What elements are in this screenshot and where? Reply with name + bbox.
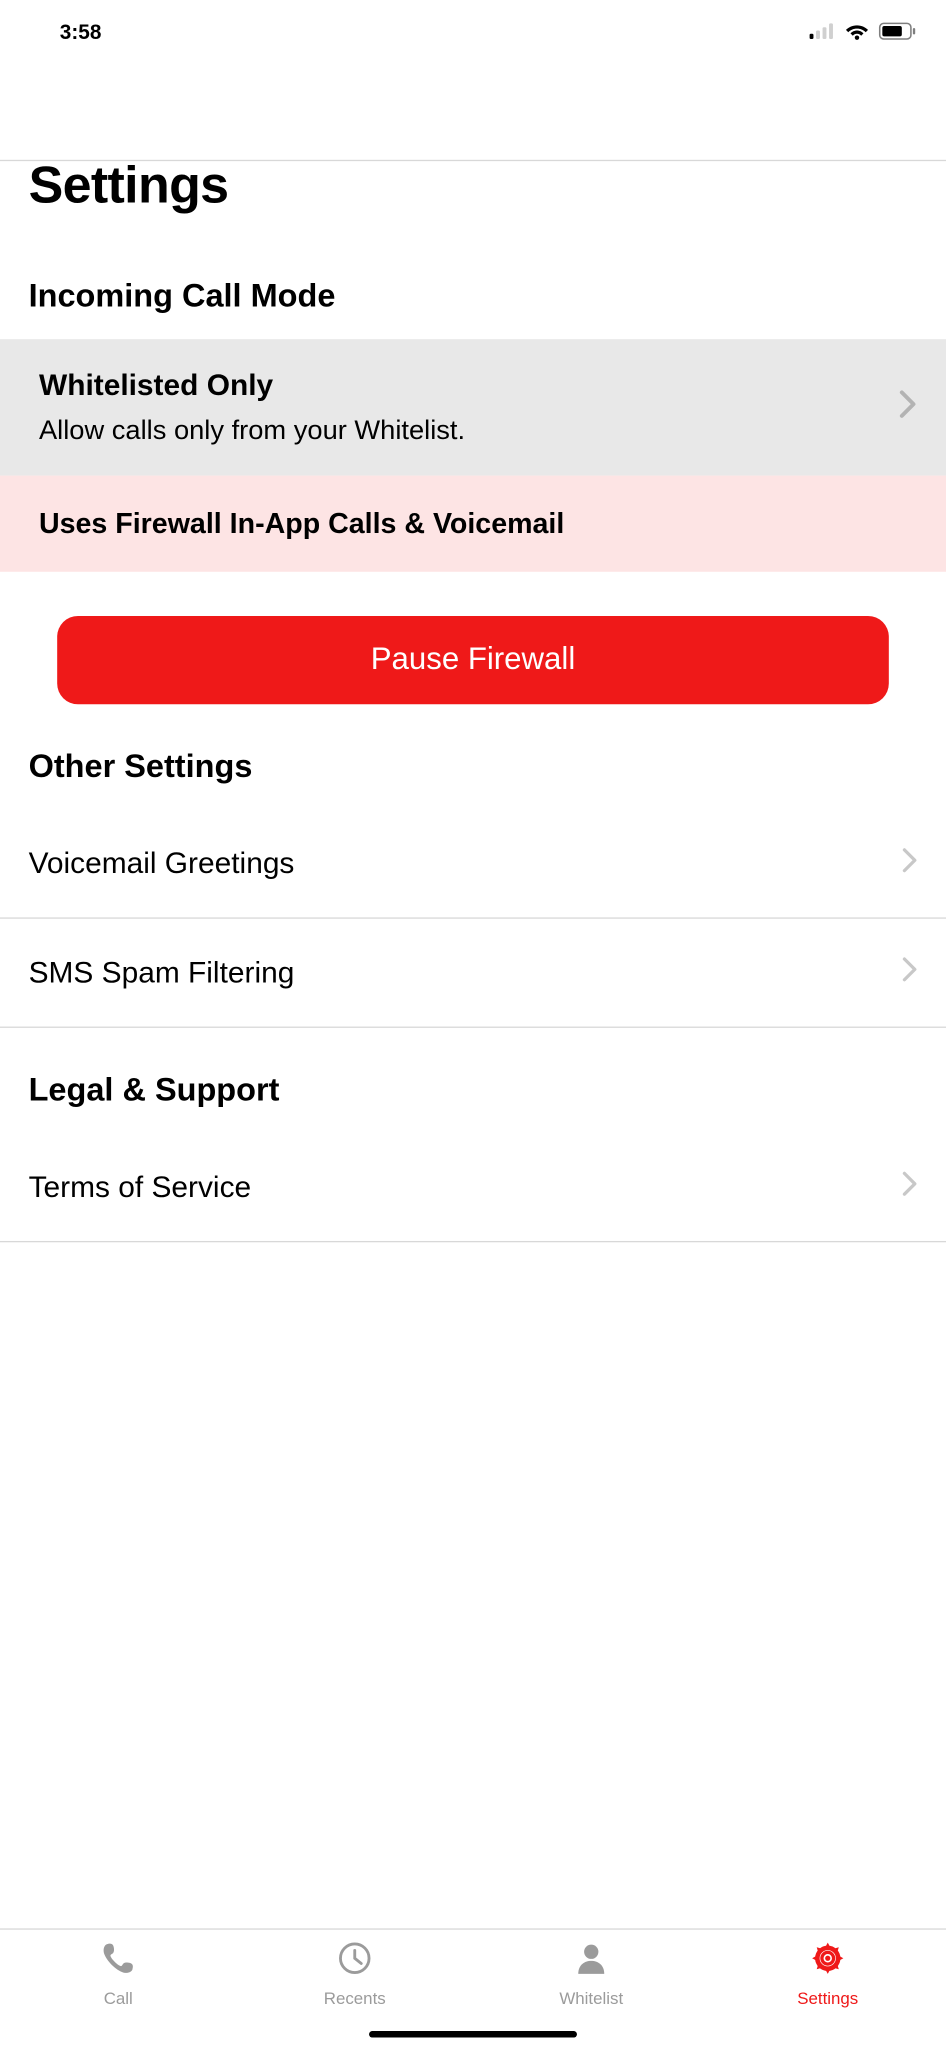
pause-firewall-button[interactable]: Pause Firewall (57, 616, 889, 704)
tab-label: Settings (797, 1988, 858, 2007)
page-title: Settings (0, 99, 946, 216)
section-header-incoming: Incoming Call Mode (0, 216, 946, 339)
chevron-right-icon (899, 390, 917, 425)
tab-bar: Call Recents Whitelist (0, 1928, 946, 2048)
section-header-legal: Legal & Support (0, 1028, 946, 1133)
call-mode-title: Whitelisted Only (39, 368, 889, 403)
phone-icon (100, 1940, 136, 1983)
status-icons (810, 21, 918, 46)
section-header-other: Other Settings (0, 704, 946, 809)
row-label: SMS Spam Filtering (29, 955, 295, 990)
tab-label: Call (104, 1988, 133, 2007)
status-bar: 3:58 (0, 5, 946, 62)
chevron-right-icon (902, 1171, 918, 1203)
call-mode-subtitle: Allow calls only from your Whitelist. (39, 416, 889, 447)
cellular-icon (810, 22, 836, 45)
row-label: Terms of Service (29, 1170, 252, 1205)
row-sms-spam-filtering[interactable]: SMS Spam Filtering (0, 919, 946, 1028)
home-indicator[interactable] (369, 2031, 577, 2037)
row-label: Voicemail Greetings (29, 846, 295, 881)
clock-icon (337, 1940, 373, 1983)
firewall-banner: Uses Firewall In-App Calls & Voicemail (0, 476, 946, 572)
chevron-right-icon (902, 847, 918, 879)
person-icon (573, 1940, 609, 1983)
row-voicemail-greetings[interactable]: Voicemail Greetings (0, 810, 946, 919)
chevron-right-icon (902, 956, 918, 988)
call-mode-row[interactable]: Whitelisted Only Allow calls only from y… (0, 339, 946, 475)
row-terms-of-service[interactable]: Terms of Service (0, 1133, 946, 1242)
tab-settings[interactable]: Settings (710, 1930, 946, 2048)
tab-call[interactable]: Call (0, 1930, 237, 2048)
wifi-icon (845, 21, 870, 46)
tab-label: Whitelist (559, 1988, 623, 2007)
gear-icon (810, 1940, 846, 1983)
call-mode-text: Whitelisted Only Allow calls only from y… (39, 368, 889, 447)
status-time: 3:58 (60, 22, 102, 45)
tab-label: Recents (324, 1988, 386, 2007)
battery-icon (878, 21, 917, 46)
